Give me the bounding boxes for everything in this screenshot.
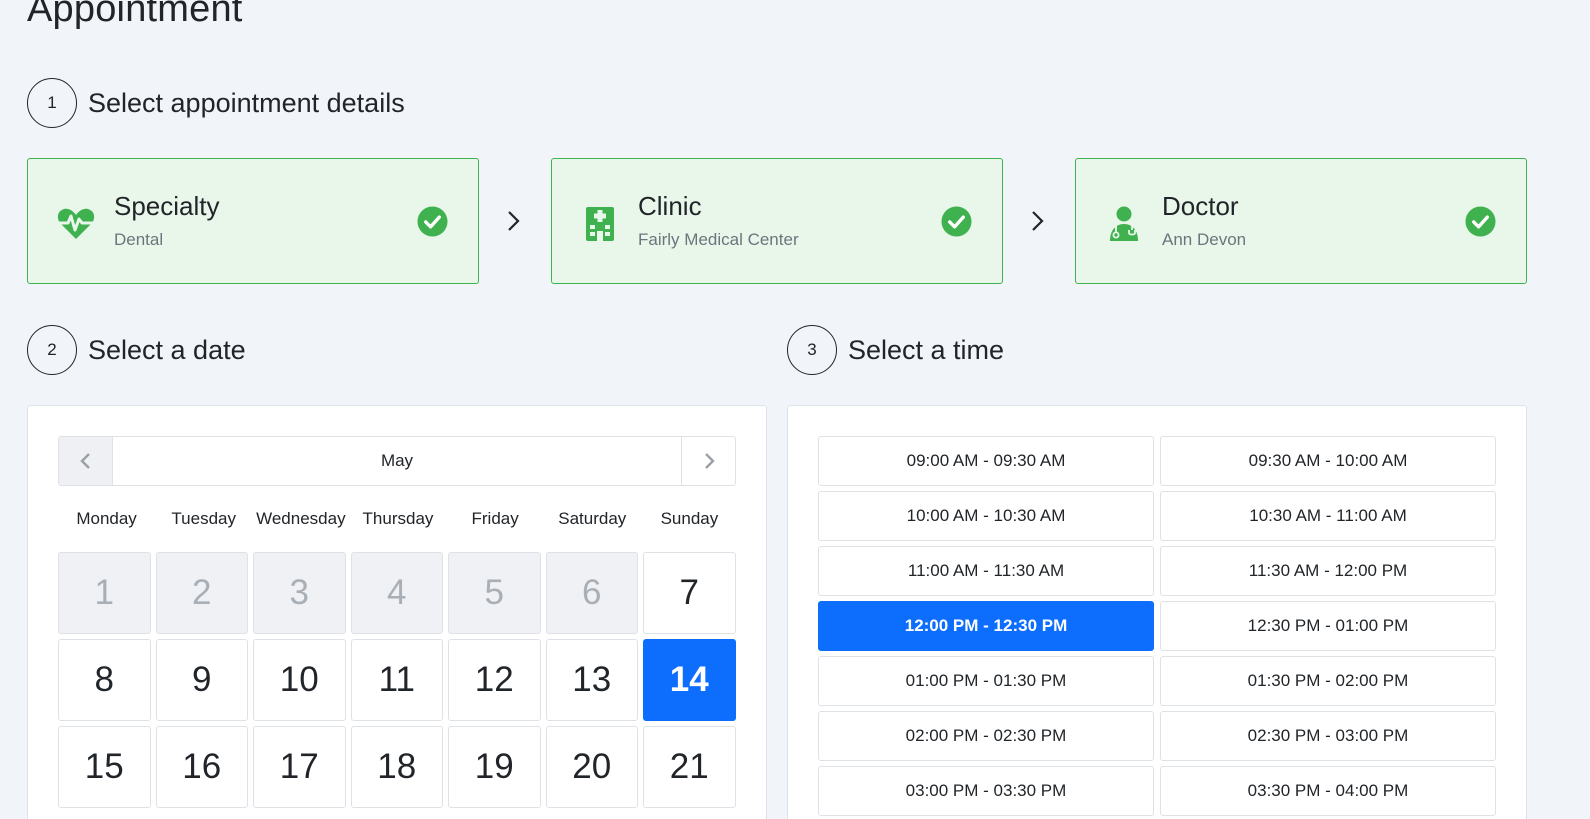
hospital-icon: [586, 207, 614, 241]
step-select-date: 2 Select a date: [27, 325, 246, 375]
calendar-day-selected[interactable]: 14: [643, 639, 736, 721]
step-title: Select appointment details: [88, 87, 405, 118]
calendar-panel: May Monday Tuesday Wednesday Thursday Friday…: [27, 405, 767, 819]
step-number: 3: [787, 325, 837, 375]
weekday-label: Tuesday: [171, 509, 236, 528]
weekday-label: Thursday: [362, 509, 434, 528]
calendar-days: 1 2 3 4 5 6 7 8 9 10 11 12 13 14 15 16 17 18 19 20 21: [58, 552, 738, 808]
time-slot[interactable]: 10:00 AM - 10:30 AM: [818, 491, 1154, 541]
heartbeat-icon: [57, 208, 95, 239]
weekday-label: Wednesday: [256, 509, 346, 528]
calendar-day: 5: [448, 552, 541, 634]
step-select-time: 3 Select a time: [787, 325, 1004, 375]
calendar-day[interactable]: 15: [58, 726, 151, 808]
month-label: May: [380, 451, 414, 470]
calendar-day[interactable]: 21: [643, 726, 736, 808]
calendar-day[interactable]: 20: [545, 726, 638, 808]
detail-label: Doctor: [1162, 191, 1239, 221]
time-slot[interactable]: 03:30 PM - 04:00 PM: [1160, 766, 1496, 816]
page-title: Appointment: [27, 0, 243, 30]
calendar-day[interactable]: 11: [350, 639, 443, 721]
weekday-label: Sunday: [660, 509, 719, 528]
calendar-day[interactable]: 16: [155, 726, 248, 808]
time-slot[interactable]: 09:00 AM - 09:30 AM: [818, 436, 1154, 486]
prev-month-button[interactable]: [59, 437, 113, 485]
time-slot[interactable]: 09:30 AM - 10:00 AM: [1160, 436, 1496, 486]
weekday-label: Saturday: [558, 509, 627, 528]
step-appointment-details: 1 Select appointment details: [27, 78, 405, 128]
calendar-day[interactable]: 8: [58, 639, 151, 721]
weekday-label: Friday: [471, 509, 519, 528]
calendar-day[interactable]: 13: [545, 639, 638, 721]
time-slot[interactable]: 12:30 PM - 01:00 PM: [1160, 601, 1496, 651]
time-slot[interactable]: 11:00 AM - 11:30 AM: [818, 546, 1154, 596]
calendar-day[interactable]: 7: [643, 552, 736, 634]
time-slot-selected[interactable]: 12:00 PM - 12:30 PM: [818, 601, 1154, 651]
chevron-right-icon: [704, 453, 715, 469]
calendar-day[interactable]: 10: [253, 639, 346, 721]
clinic-card[interactable]: Clinic Fairly Medical Center: [551, 158, 1003, 284]
calendar-day[interactable]: 9: [155, 639, 248, 721]
calendar-day[interactable]: 12: [448, 639, 541, 721]
time-slot[interactable]: 03:00 PM - 03:30 PM: [818, 766, 1154, 816]
chevron-left-icon: [79, 453, 90, 469]
time-slot[interactable]: 02:30 PM - 03:00 PM: [1160, 711, 1496, 761]
time-slot[interactable]: 10:30 AM - 11:00 AM: [1160, 491, 1496, 541]
time-slot[interactable]: 01:00 PM - 01:30 PM: [818, 656, 1154, 706]
calendar-day[interactable]: 18: [350, 726, 443, 808]
calendar-day: 2: [155, 552, 248, 634]
specialty-card[interactable]: Specialty Dental: [27, 158, 479, 284]
detail-value: Ann Devon: [1162, 230, 1247, 249]
doctor-card[interactable]: Doctor Ann Devon: [1075, 158, 1527, 284]
calendar-day: 1: [58, 552, 151, 634]
time-slots: 09:00 AM - 09:30 AM 09:30 AM - 10:00 AM 10…: [818, 436, 1498, 816]
check-circle-icon: [417, 206, 448, 237]
next-month-button[interactable]: [681, 437, 735, 485]
detail-label: Clinic: [638, 191, 702, 221]
calendar-day[interactable]: 17: [253, 726, 346, 808]
weekday-header: Monday Tuesday Wednesday Thursday Friday Satu…: [58, 509, 738, 529]
month-navigator: May: [58, 436, 736, 486]
check-circle-icon: [941, 206, 972, 237]
chevron-right-icon: [508, 211, 520, 231]
calendar-day: 6: [545, 552, 638, 634]
step-number: 1: [27, 78, 77, 128]
calendar-day[interactable]: 19: [448, 726, 541, 808]
calendar-day: 3: [253, 552, 346, 634]
detail-label: Specialty: [114, 191, 220, 221]
time-slot[interactable]: 11:30 AM - 12:00 PM: [1160, 546, 1496, 596]
detail-value: Dental: [114, 230, 164, 249]
chevron-right-icon: [1032, 211, 1044, 231]
step-title: Select a time: [848, 334, 1005, 365]
time-slot[interactable]: 02:00 PM - 02:30 PM: [818, 711, 1154, 761]
weekday-label: Monday: [76, 509, 137, 528]
step-title: Select a date: [88, 334, 246, 365]
time-panel: 09:00 AM - 09:30 AM 09:30 AM - 10:00 AM 10…: [787, 405, 1527, 819]
calendar-day: 4: [350, 552, 443, 634]
step-number: 2: [27, 325, 77, 375]
time-slot[interactable]: 01:30 PM - 02:00 PM: [1160, 656, 1496, 706]
doctor-icon: [1110, 206, 1138, 241]
check-circle-icon: [1465, 206, 1496, 237]
detail-value: Fairly Medical Center: [638, 230, 799, 249]
